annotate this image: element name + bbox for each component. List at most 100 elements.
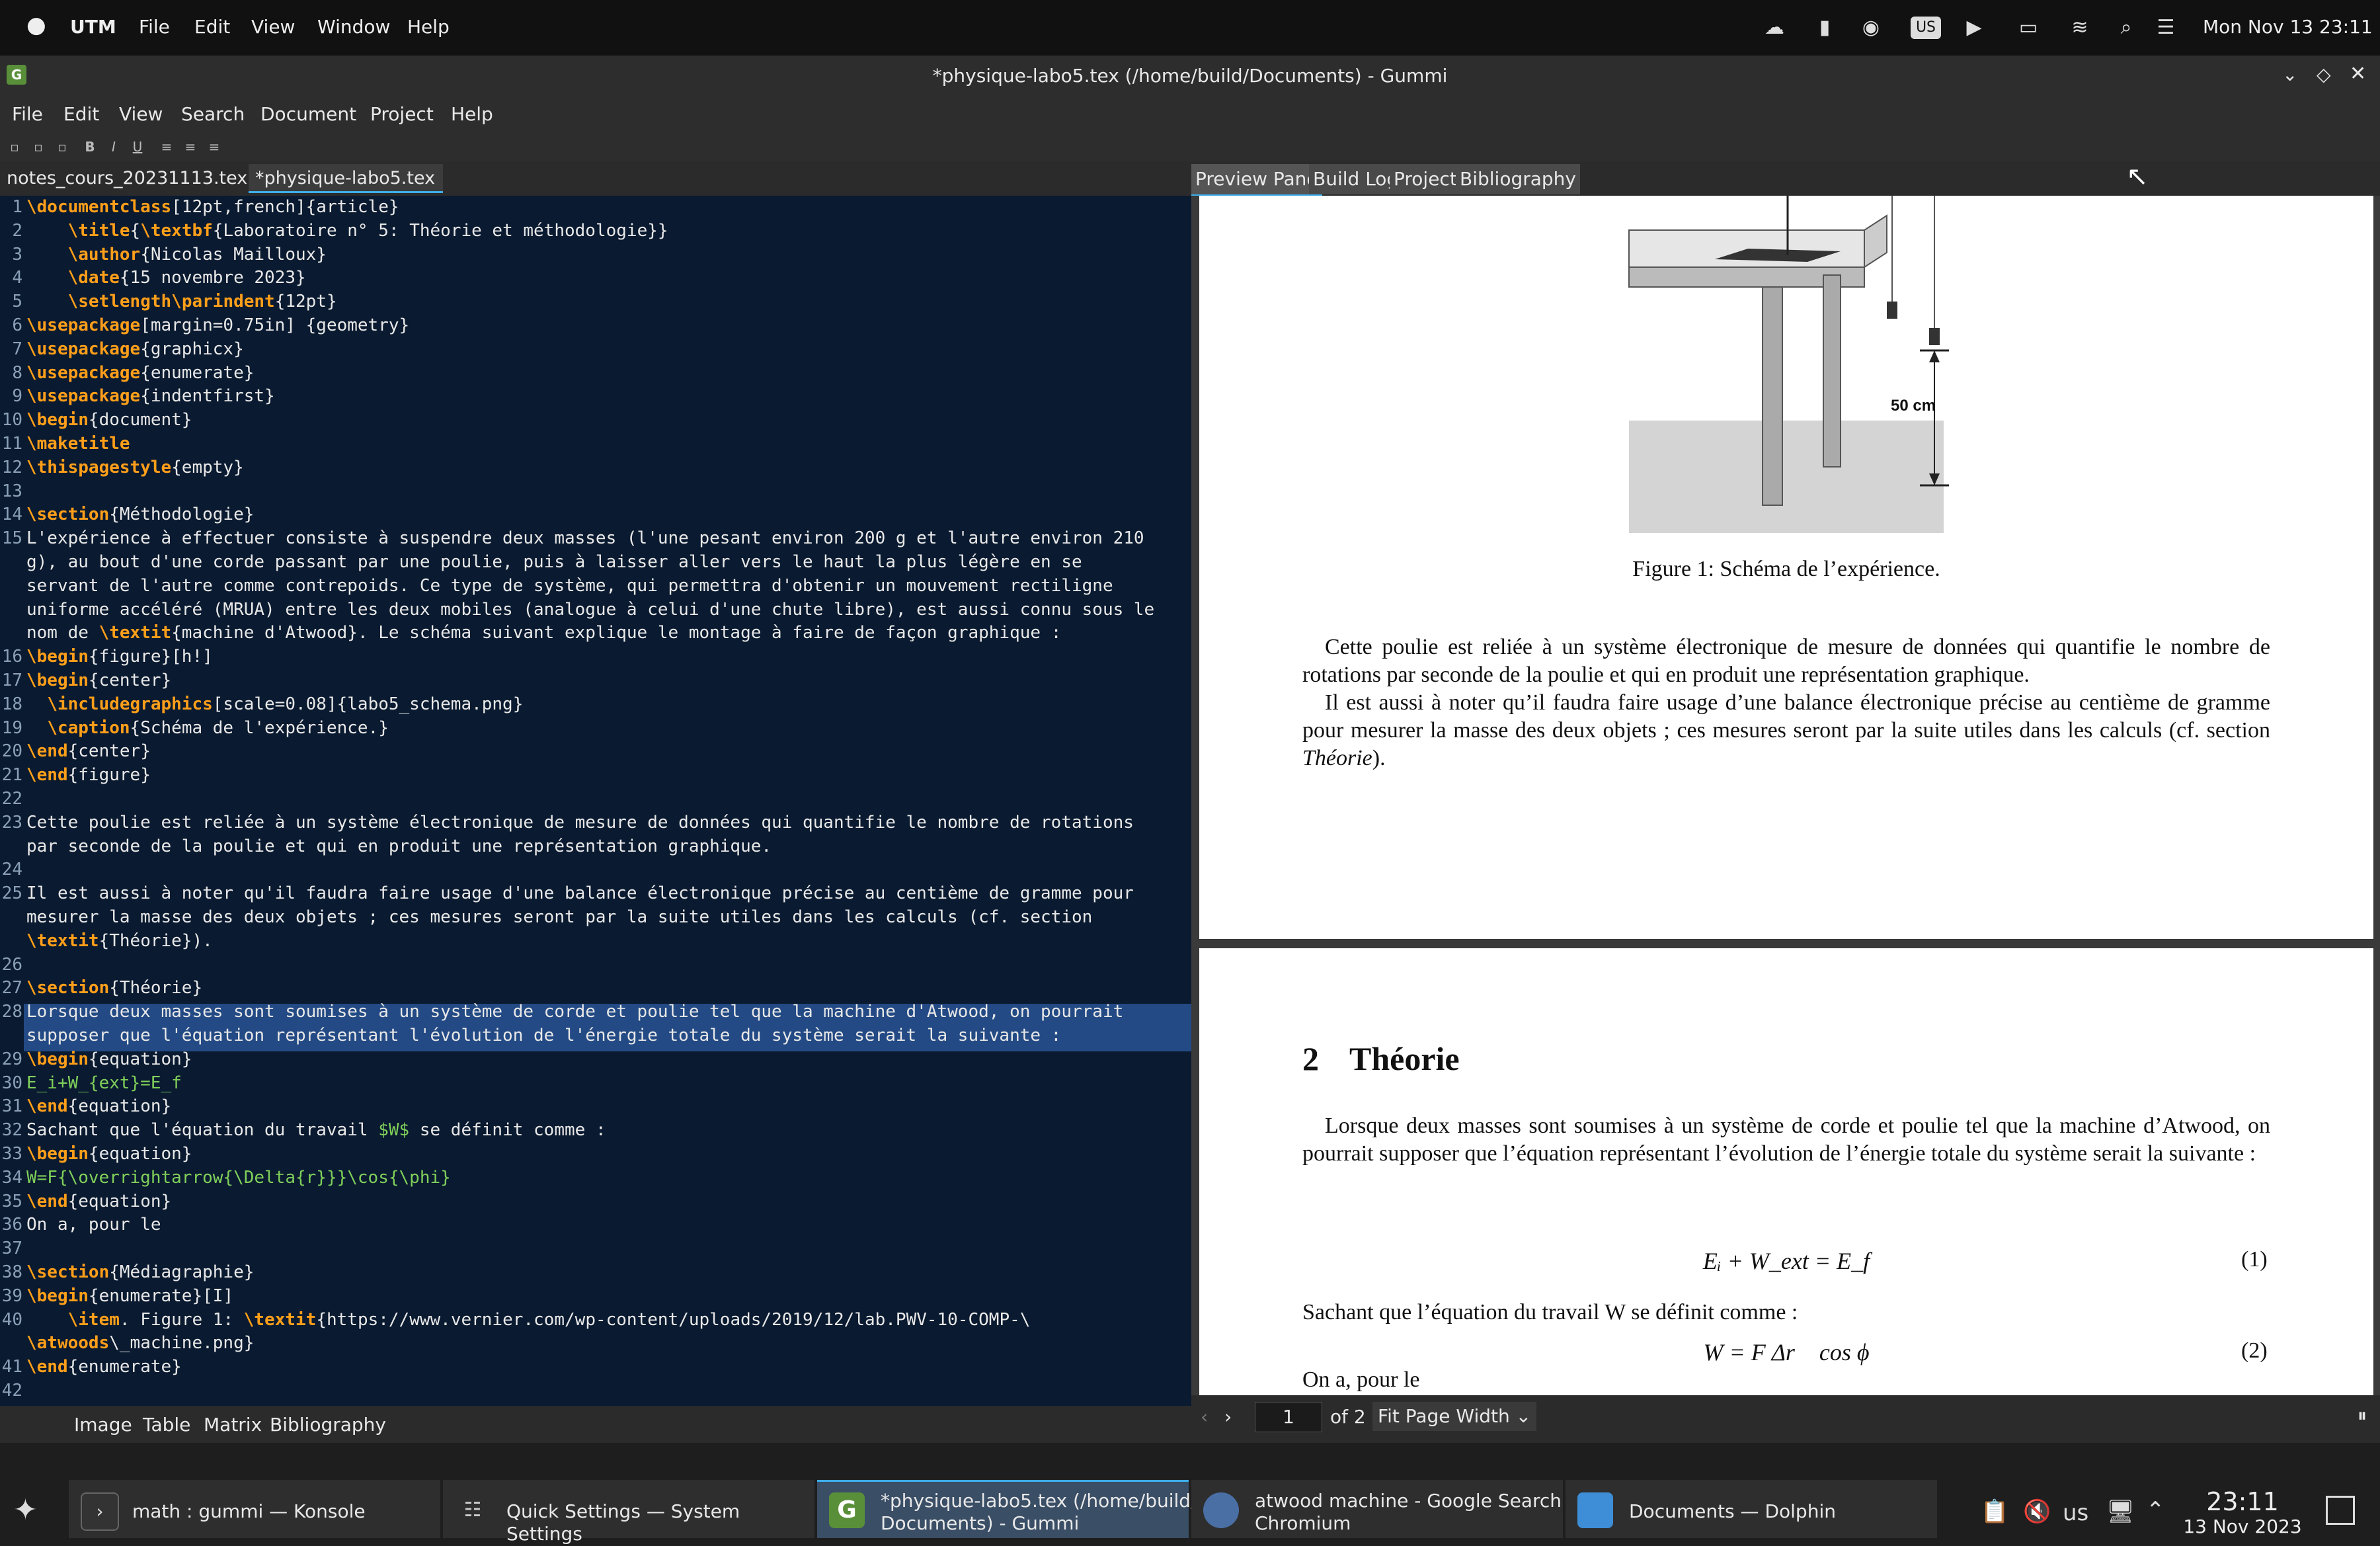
menu-view[interactable]: View: [119, 103, 163, 125]
insert-image-button[interactable]: Image: [74, 1414, 132, 1436]
next-page-icon[interactable]: ›: [1224, 1406, 1232, 1428]
underline-icon[interactable]: U: [130, 139, 145, 155]
code-line[interactable]: \thispagestyle{empty}: [26, 458, 244, 477]
tab-project[interactable]: Project: [1390, 164, 1461, 194]
tab-preview-pane[interactable]: Preview Pane: [1191, 164, 1322, 196]
menu-edit[interactable]: Edit: [63, 103, 99, 125]
code-line[interactable]: \begin{enumerate}[I]: [26, 1286, 233, 1306]
code-line[interactable]: \end{equation}: [26, 1192, 171, 1211]
task-konsole[interactable]: › math : gummi — Konsole: [69, 1480, 440, 1538]
code-line[interactable]: \documentclass[12pt,french]{article}: [26, 197, 399, 217]
battery-vertical-icon[interactable]: ▮: [1811, 15, 1838, 41]
wifi-icon[interactable]: ≋: [2067, 15, 2093, 41]
minimize-icon[interactable]: ⌄: [2282, 63, 2297, 85]
bold-icon[interactable]: B: [82, 139, 98, 155]
cloud-icon[interactable]: ☁: [1761, 15, 1788, 41]
code-line[interactable]: \section{Médiagraphie}: [26, 1262, 254, 1282]
code-line[interactable]: \usepackage{enumerate}: [26, 363, 254, 383]
code-line[interactable]: E_i+W_{ext}=E_f: [26, 1073, 182, 1093]
tray-expand-icon[interactable]: ⌃: [2146, 1497, 2165, 1524]
code-line[interactable]: \title{\textbf{Laboratoire n° 5: Théorie…: [26, 221, 668, 241]
code-line[interactable]: \usepackage[margin=0.75in] {geometry}: [26, 315, 409, 335]
mac-menu-file[interactable]: File: [139, 16, 170, 38]
clipboard-icon[interactable]: 📋: [1981, 1498, 2008, 1525]
code-line[interactable]: \begin{equation}: [26, 1049, 192, 1069]
align-left-icon[interactable]: ≡: [159, 139, 175, 155]
insert-matrix-button[interactable]: Matrix: [204, 1414, 262, 1436]
code-line[interactable]: mesurer la masse des deux objets ; ces m…: [26, 907, 1092, 927]
code-line[interactable]: \caption{Schéma de l'expérience.}: [26, 718, 389, 738]
zoom-select[interactable]: Fit Page Width ⌄: [1372, 1402, 1537, 1431]
menu-help[interactable]: Help: [451, 103, 493, 125]
code-line[interactable]: Cette poulie est reliée à un système éle…: [26, 813, 1134, 833]
insert-table-button[interactable]: Table: [143, 1414, 190, 1436]
menu-project[interactable]: Project: [370, 103, 434, 125]
code-line[interactable]: \date{15 novembre 2023}: [26, 268, 306, 288]
tab-physique-labo5[interactable]: *physique-labo5.tex: [249, 164, 443, 212]
align-right-icon[interactable]: ≡: [206, 139, 222, 155]
focus-icon[interactable]: ◉: [1858, 15, 1884, 41]
code-line[interactable]: \begin{center}: [26, 671, 171, 690]
menu-search[interactable]: Search: [181, 103, 245, 125]
mac-menu-edit[interactable]: Edit: [194, 16, 230, 38]
tab-bibliography[interactable]: Bibliography: [1456, 164, 1580, 194]
app-launcher-icon[interactable]: ✦: [13, 1493, 38, 1527]
code-line[interactable]: \end{center}: [26, 741, 151, 761]
volume-muted-icon[interactable]: 🔇: [2023, 1498, 2051, 1525]
code-line[interactable]: \includegraphics[scale=0.08]{labo5_schem…: [26, 694, 523, 714]
code-line[interactable]: \end{enumerate}: [26, 1357, 182, 1377]
mac-menu-view[interactable]: View: [251, 16, 295, 38]
code-line[interactable]: Lorsque deux masses sont soumises à un s…: [26, 1002, 1123, 1022]
italic-icon[interactable]: I: [106, 139, 122, 155]
code-line[interactable]: On a, pour le: [26, 1215, 161, 1235]
code-line[interactable]: nom de \textit{machine d'Atwood}. Le sch…: [26, 623, 1061, 643]
maximize-icon[interactable]: ◇: [2317, 63, 2331, 85]
code-line[interactable]: uniforme accéléré (MRUA) entre les deux …: [26, 600, 1154, 620]
code-line[interactable]: \section{Méthodologie}: [26, 505, 254, 524]
save-file-icon[interactable]: ▫: [54, 139, 70, 155]
code-line[interactable]: g), au bout d'une corde passant par une …: [26, 552, 1082, 572]
code-line[interactable]: \usepackage{indentfirst}: [26, 386, 275, 406]
mac-app-name[interactable]: UTM: [70, 16, 116, 38]
code-line[interactable]: \setlength\parindent{12pt}: [26, 292, 337, 311]
tab-build-log[interactable]: Build Log: [1309, 164, 1403, 194]
input-source-badge[interactable]: US: [1911, 17, 1941, 39]
code-line[interactable]: \begin{equation}: [26, 1144, 192, 1164]
keyboard-layout[interactable]: us: [2063, 1500, 2088, 1526]
page-number-input[interactable]: 1: [1255, 1402, 1322, 1432]
code-line[interactable]: supposer que l'équation représentant l'é…: [26, 1026, 1061, 1045]
insert-bibliography-button[interactable]: Bibliography: [270, 1414, 386, 1436]
spotlight-icon[interactable]: ⌕: [2113, 15, 2139, 41]
code-line[interactable]: par seconde de la poulie et qui en produ…: [26, 836, 772, 856]
code-line[interactable]: W=F{\overrightarrow{\Delta{r}}}\cos{\phi…: [26, 1168, 451, 1188]
task-system-settings[interactable]: ☷ Quick Settings — System Settings: [443, 1480, 814, 1545]
code-line[interactable]: L'expérience à effectuer consiste à susp…: [26, 528, 1144, 548]
show-desktop-icon[interactable]: [2326, 1496, 2355, 1525]
code-line[interactable]: \begin{figure}[h!]: [26, 647, 213, 667]
task-gummi[interactable]: G *physique-labo5.tex (/home/build/ Docu…: [817, 1480, 1197, 1538]
pause-icon[interactable]: ⏸: [2358, 1404, 2367, 1427]
menu-file[interactable]: File: [12, 103, 43, 125]
pdf-preview[interactable]: 50 cm Figure 1: Schéma de l’expérience. …: [1191, 196, 2380, 1395]
code-line[interactable]: \atwoods\_machine.png}: [26, 1333, 254, 1353]
tab-notes-cours[interactable]: notes_cours_20231113.tex: [0, 164, 247, 212]
close-icon[interactable]: ✕: [2350, 62, 2366, 85]
code-line[interactable]: \author{Nicolas Mailloux}: [26, 245, 327, 264]
new-file-icon[interactable]: ▫: [7, 139, 22, 155]
code-line[interactable]: \end{equation}: [26, 1096, 171, 1116]
code-line[interactable]: \end{figure}: [26, 765, 151, 785]
mac-menu-help[interactable]: Help: [407, 16, 450, 38]
code-line[interactable]: \section{Théorie}: [26, 978, 202, 998]
code-line[interactable]: Il est aussi à noter qu'il faudra faire …: [26, 883, 1134, 903]
task-chromium[interactable]: atwood machine - Google Search - Chromiu…: [1191, 1480, 1574, 1538]
mac-menu-window[interactable]: Window: [317, 16, 390, 38]
code-line[interactable]: \begin{document}: [26, 410, 192, 430]
code-line[interactable]: Sachant que l'équation du travail $W$ se…: [26, 1120, 606, 1140]
code-line[interactable]: \maketitle: [26, 434, 130, 454]
menu-document[interactable]: Document: [260, 103, 356, 125]
code-line[interactable]: servant de l'autre comme contrepoids. Ce…: [26, 576, 1113, 596]
prev-page-icon[interactable]: ‹: [1201, 1406, 1208, 1428]
network-icon[interactable]: 🖥: [2106, 1498, 2135, 1525]
code-line[interactable]: \textit{Théorie}).: [26, 931, 213, 951]
mac-clock[interactable]: Mon Nov 13 23:11: [2203, 16, 2373, 38]
